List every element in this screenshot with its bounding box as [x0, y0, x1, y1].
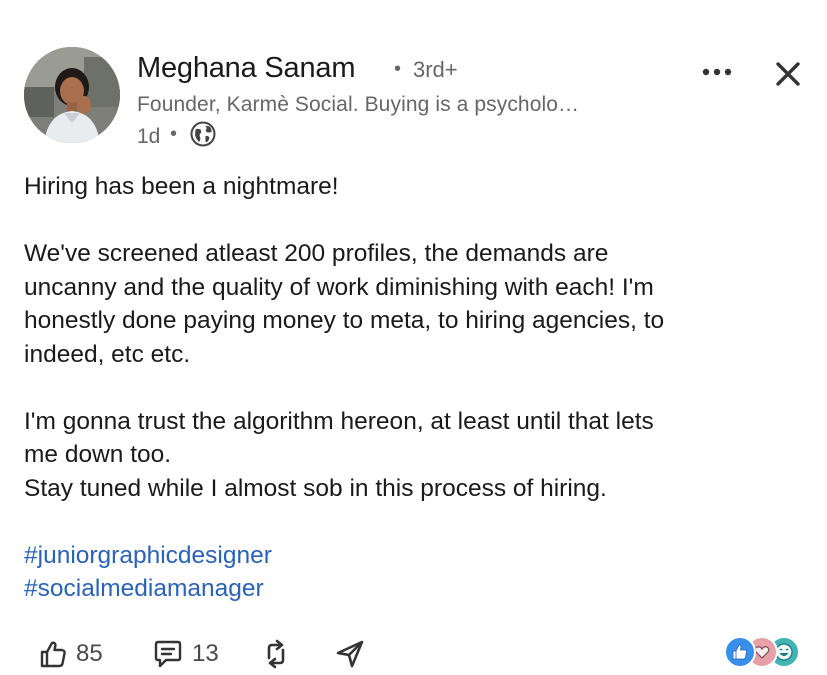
hashtag-link[interactable]: #juniorgraphicdesigner: [24, 539, 804, 573]
more-horizontal-icon: [702, 68, 732, 76]
post-line: indeed, etc etc.: [24, 340, 191, 368]
comment-count: 13: [192, 640, 219, 667]
connection-degree: 3rd+: [413, 57, 458, 82]
author-headline: Founder, Karmè Social. Buying is a psych…: [137, 93, 580, 116]
post-text: Hiring has been a nightmare! We've scree…: [24, 170, 804, 606]
post-line: me down too.: [24, 441, 172, 468]
post-line: We've screened atleast 200 profiles, the…: [24, 240, 609, 267]
post-line: Hiring has been a nightmare!: [24, 173, 339, 200]
close-icon[interactable]: [770, 56, 806, 92]
like-reaction-icon: [724, 636, 756, 668]
post-line: Stay tuned while I almost sob in this pr…: [24, 474, 607, 502]
send-button[interactable]: [334, 636, 366, 672]
hashtag-link[interactable]: #socialmediamanager: [24, 572, 804, 606]
post-line: uncanny and the quality of work diminish…: [24, 273, 654, 301]
send-icon: [336, 640, 364, 668]
reaction-summary[interactable]: [724, 636, 804, 668]
post-paragraph: I'm gonna trust the algorithm hereon, at…: [24, 405, 804, 506]
profile-photo: [24, 47, 120, 143]
comment-icon: [154, 640, 182, 668]
separator-dot: •: [170, 123, 178, 145]
author-name[interactable]: Meghana Sanam: [137, 52, 355, 85]
post-line: honestly done paying money to meta, to h…: [24, 307, 665, 334]
repost-icon: [267, 639, 285, 669]
thumbs-up-icon: [40, 641, 66, 668]
comment-button[interactable]: 13: [152, 636, 219, 672]
globe-icon: [190, 121, 216, 147]
avatar[interactable]: [24, 47, 120, 143]
like-button[interactable]: 85: [38, 636, 103, 672]
like-count: 85: [76, 640, 103, 667]
more-options-button[interactable]: [697, 58, 737, 86]
post-paragraph: Hiring has been a nightmare!: [24, 170, 804, 204]
repost-button[interactable]: [261, 636, 291, 672]
separator-dot: •: [394, 58, 402, 80]
post-paragraph: We've screened atleast 200 profiles, the…: [24, 237, 804, 371]
post-time: 1d: [137, 125, 161, 148]
post-line: I'm gonna trust the algorithm hereon, at…: [24, 407, 654, 435]
